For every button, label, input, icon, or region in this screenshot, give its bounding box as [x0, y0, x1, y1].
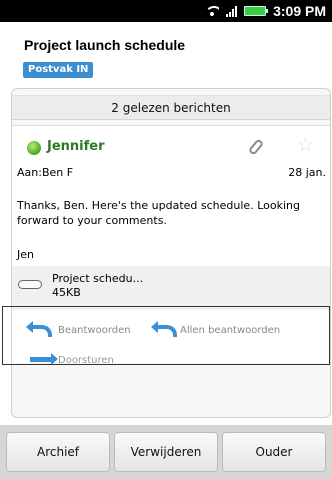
- presence-icon: [27, 141, 41, 155]
- recipient-line: Aan:Ben F: [17, 166, 74, 179]
- older-button[interactable]: Ouder: [222, 432, 326, 472]
- conversation-panel: 2 gelezen berichten Jennifer ☆ Aan:Ben F…: [11, 88, 331, 418]
- message-body: Thanks, Ben. Here's the updated schedule…: [17, 199, 300, 227]
- subject-title: Project launch schedule: [24, 37, 186, 53]
- read-messages-bar[interactable]: 2 gelezen berichten: [12, 95, 330, 120]
- attachment-size: 45KB: [52, 286, 81, 299]
- folder-badge[interactable]: Postvak IN: [23, 62, 94, 78]
- paperclip-icon: [247, 138, 265, 156]
- wifi-icon: [205, 6, 220, 16]
- battery-icon: [244, 6, 269, 16]
- bottom-action-bar: Archief Verwijderen Ouder: [0, 425, 332, 479]
- archive-button[interactable]: Archief: [6, 432, 110, 472]
- star-icon[interactable]: ☆: [297, 136, 314, 155]
- message-date: 28 jan.: [288, 166, 326, 179]
- highlight-frame: [2, 306, 330, 365]
- status-bar: 3:09 PM: [0, 0, 332, 22]
- status-time: 3:09 PM: [273, 3, 326, 19]
- attachment-item[interactable]: Project schedu... 45KB: [12, 266, 330, 310]
- delete-button[interactable]: Verwijderen: [114, 432, 218, 472]
- message-card: Jennifer ☆ Aan:Ben F 28 jan. Thanks, Ben…: [12, 125, 330, 313]
- message-header: Project launch schedule Postvak IN: [0, 22, 332, 84]
- signal-icon: [226, 5, 238, 17]
- sender-name[interactable]: Jennifer: [47, 139, 105, 154]
- message-signature: Jen: [17, 248, 34, 261]
- attachment-name: Project schedu...: [52, 272, 144, 285]
- attachment-icon: [18, 280, 42, 289]
